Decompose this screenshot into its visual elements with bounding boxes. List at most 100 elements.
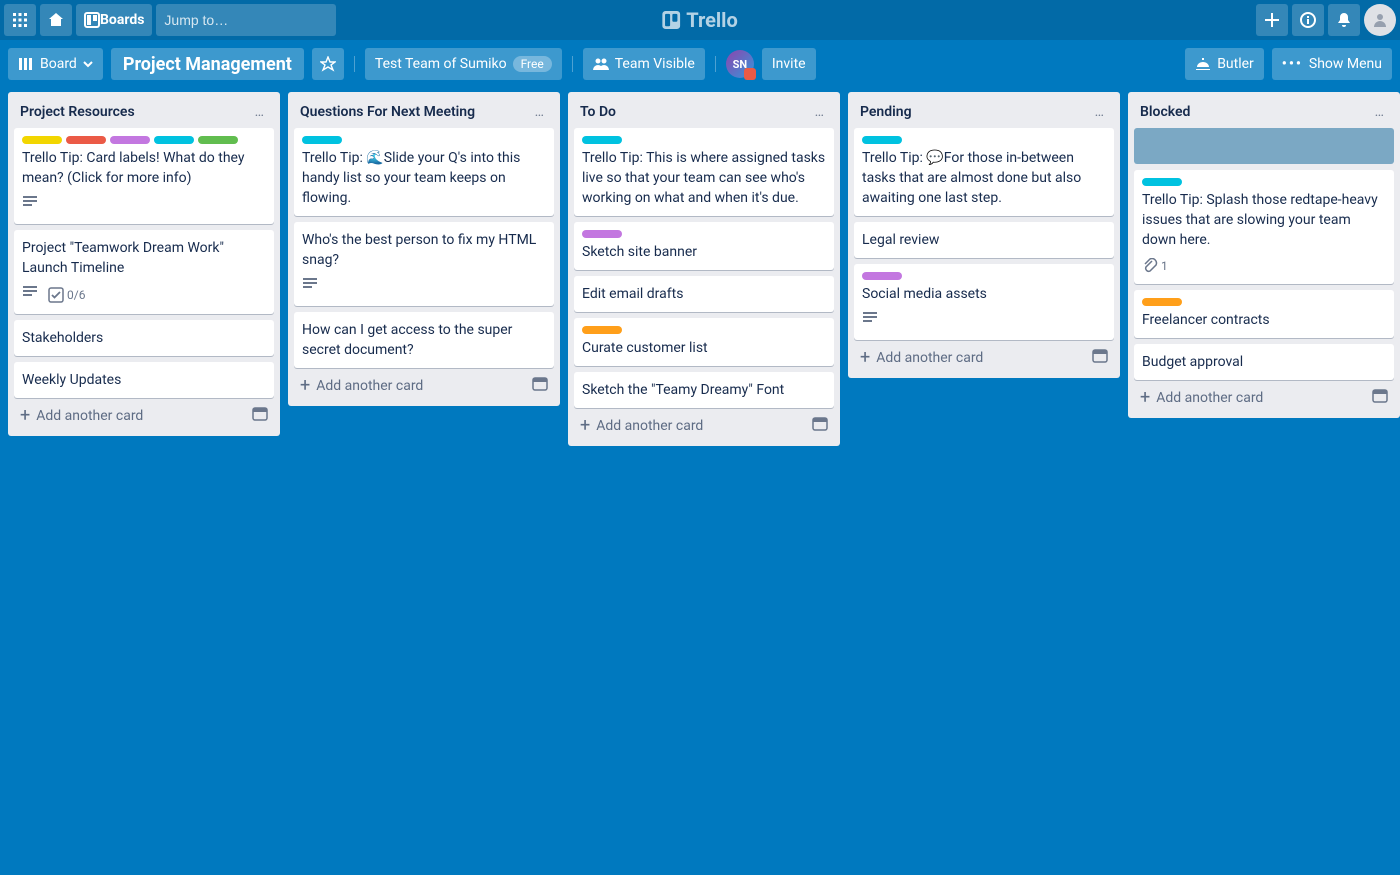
list-menu-button[interactable]: … — [811, 102, 828, 122]
create-from-template-button[interactable] — [252, 406, 268, 426]
visibility-label: Team Visible — [615, 56, 695, 72]
card-title: Project "Teamwork Dream Work" Launch Tim… — [22, 238, 266, 278]
card[interactable]: Trello Tip: This is where assigned tasks… — [574, 128, 834, 216]
add-card-button[interactable]: +Add another card — [1134, 380, 1394, 412]
card[interactable]: Trello Tip: Splash those redtape-heavy i… — [1134, 170, 1394, 284]
card[interactable]: Curate customer list — [574, 318, 834, 366]
card-label[interactable] — [582, 326, 622, 334]
create-from-template-button[interactable] — [532, 376, 548, 396]
card-badges: 0/6 — [22, 284, 266, 306]
butler-button[interactable]: Butler — [1185, 48, 1264, 80]
team-label: Test Team of Sumiko — [375, 56, 507, 72]
card[interactable]: Sketch site banner — [574, 222, 834, 270]
card-label[interactable] — [862, 272, 902, 280]
card-label[interactable] — [22, 136, 62, 144]
card-label[interactable] — [154, 136, 194, 144]
card-label[interactable] — [110, 136, 150, 144]
card-title: Who's the best person to fix my HTML sna… — [302, 230, 546, 270]
add-card-button[interactable]: +Add another card — [14, 398, 274, 430]
brand-logo[interactable]: Trello — [662, 8, 738, 32]
template-icon — [532, 376, 548, 392]
plus-icon: + — [860, 351, 870, 365]
card-label[interactable] — [582, 136, 622, 144]
template-icon — [252, 406, 268, 422]
list-title[interactable]: Pending — [860, 104, 1091, 120]
card-title: Trello Tip: Splash those redtape-heavy i… — [1142, 190, 1386, 250]
card[interactable]: Trello Tip: Card labels! What do they me… — [14, 128, 274, 224]
create-from-template-button[interactable] — [1372, 388, 1388, 408]
plus-icon: + — [20, 409, 30, 423]
board-canvas[interactable]: Project Resources…Trello Tip: Card label… — [0, 88, 1400, 875]
add-card-button[interactable]: +Add another card — [574, 408, 834, 440]
star-button[interactable] — [312, 48, 344, 80]
add-card-button[interactable]: +Add another card — [854, 340, 1114, 372]
search-input[interactable] — [164, 12, 345, 28]
card[interactable]: Weekly Updates — [14, 362, 274, 398]
badge-description — [22, 194, 38, 216]
list-menu-button[interactable]: … — [531, 102, 548, 122]
board-view-icon — [18, 56, 34, 72]
card[interactable]: Project "Teamwork Dream Work" Launch Tim… — [14, 230, 274, 314]
list-menu-button[interactable]: … — [1091, 102, 1108, 122]
apps-menu-button[interactable] — [4, 4, 36, 36]
card-labels — [582, 136, 826, 144]
apps-icon — [12, 12, 28, 28]
card-label[interactable] — [862, 136, 902, 144]
home-button[interactable] — [40, 4, 72, 36]
board-member-avatar[interactable]: SN — [726, 50, 754, 78]
info-button[interactable] — [1292, 4, 1324, 36]
card-label[interactable] — [66, 136, 106, 144]
card-labels — [582, 326, 826, 334]
plus-icon: + — [580, 419, 590, 433]
create-from-template-button[interactable] — [812, 416, 828, 436]
card[interactable]: Social media assets — [854, 264, 1114, 340]
list: Pending… Trello Tip: 💬For those in-betwee… — [848, 92, 1120, 378]
create-button[interactable] — [1256, 4, 1288, 36]
board-header: Board Project Management Test Team of Su… — [0, 40, 1400, 88]
add-card-button[interactable]: +Add another card — [294, 368, 554, 400]
invite-button[interactable]: Invite — [762, 48, 816, 80]
card[interactable]: Edit email drafts — [574, 276, 834, 312]
card[interactable]: Legal review — [854, 222, 1114, 258]
list-title[interactable]: Project Resources — [20, 104, 251, 120]
show-menu-button[interactable]: ••• Show Menu — [1272, 48, 1392, 80]
card[interactable]: Trello Tip: 💬For those in-between tasks … — [854, 128, 1114, 216]
card-label[interactable] — [1142, 298, 1182, 306]
list-title[interactable]: To Do — [580, 104, 811, 120]
search-box[interactable] — [156, 4, 336, 36]
team-button[interactable]: Test Team of Sumiko Free — [365, 48, 562, 80]
list-menu-button[interactable]: … — [1371, 102, 1388, 122]
card[interactable]: Budget approval — [1134, 344, 1394, 380]
card-label[interactable] — [198, 136, 238, 144]
list-title[interactable]: Blocked — [1140, 104, 1371, 120]
card-labels — [862, 272, 1106, 280]
card[interactable]: Who's the best person to fix my HTML sna… — [294, 222, 554, 306]
boards-button[interactable]: Boards — [76, 4, 152, 36]
card-label[interactable] — [1142, 178, 1182, 186]
template-icon — [1092, 348, 1108, 364]
list-menu-button[interactable]: … — [251, 102, 268, 122]
board-view-switcher[interactable]: Board — [8, 48, 103, 80]
card-label[interactable] — [582, 230, 622, 238]
list-header: Questions For Next Meeting… — [294, 98, 554, 128]
card[interactable]: Freelancer contracts — [1134, 290, 1394, 338]
visibility-button[interactable]: Team Visible — [583, 48, 705, 80]
notifications-button[interactable] — [1328, 4, 1360, 36]
card[interactable]: Stakeholders — [14, 320, 274, 356]
divider — [715, 56, 716, 72]
plus-icon: + — [300, 379, 310, 393]
card-badges — [22, 194, 266, 216]
card[interactable]: Trello Tip: 🌊Slide your Q's into this ha… — [294, 128, 554, 216]
card-title: Trello Tip: 🌊Slide your Q's into this ha… — [302, 148, 546, 208]
list: Project Resources… Trello Tip: Card label… — [8, 92, 280, 436]
card-label[interactable] — [302, 136, 342, 144]
list-title[interactable]: Questions For Next Meeting — [300, 104, 531, 120]
card-list: Trello Tip: 🌊Slide your Q's into this ha… — [294, 128, 554, 368]
board-title[interactable]: Project Management — [111, 48, 304, 80]
description-icon — [22, 284, 38, 300]
card[interactable]: Sketch the "Teamy Dreamy" Font — [574, 372, 834, 408]
user-avatar[interactable] — [1364, 4, 1396, 36]
card[interactable]: How can I get access to the super secret… — [294, 312, 554, 368]
create-from-template-button[interactable] — [1092, 348, 1108, 368]
plus-icon — [1264, 12, 1280, 28]
